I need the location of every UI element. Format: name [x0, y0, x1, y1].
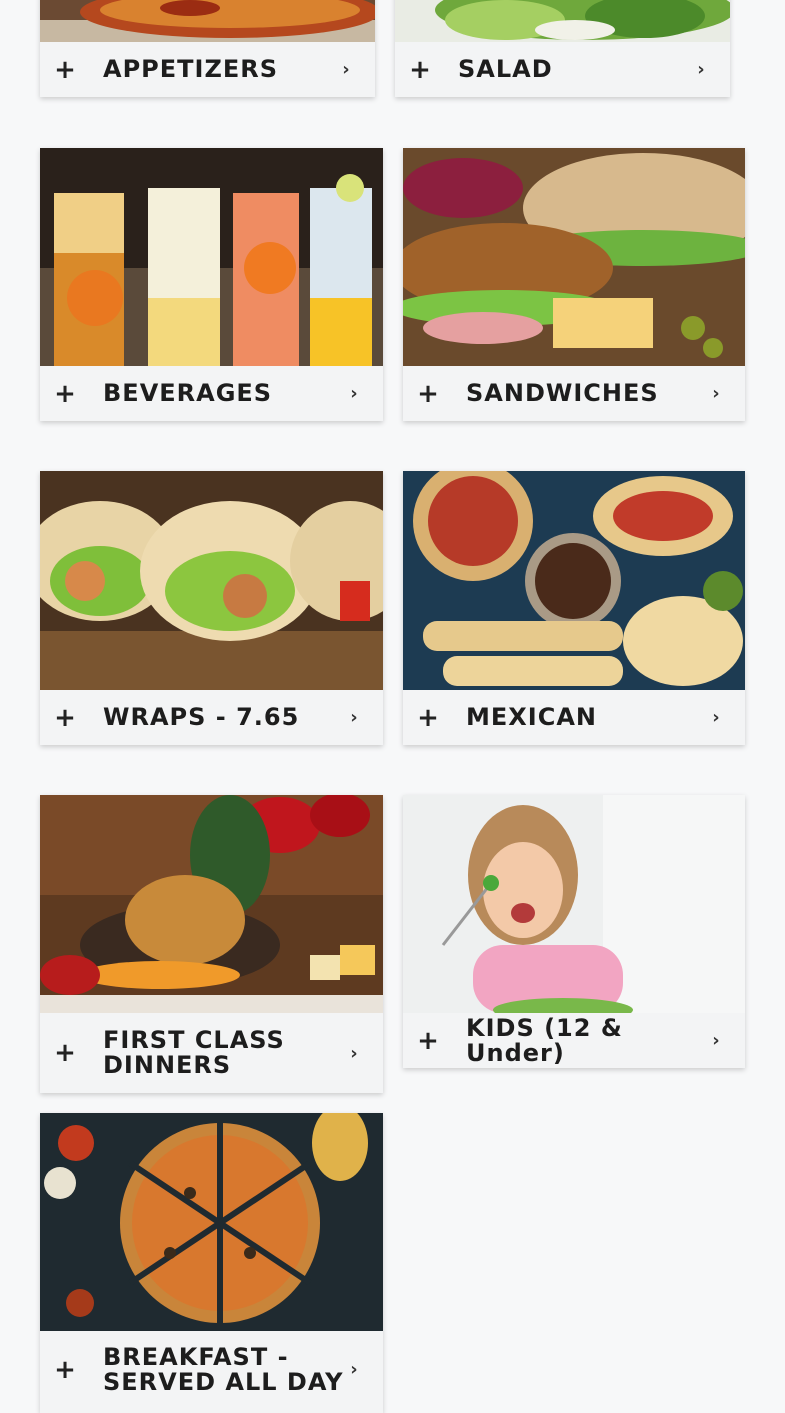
category-bar[interactable]: + FIRST CLASS DINNERS ›: [40, 1013, 383, 1093]
plus-icon[interactable]: +: [417, 1028, 439, 1054]
plus-icon[interactable]: +: [417, 705, 439, 731]
category-title: SALAD: [458, 55, 553, 83]
chevron-right-icon[interactable]: ›: [709, 707, 723, 728]
chevron-right-icon[interactable]: ›: [694, 59, 708, 80]
dinners-photo: [40, 795, 383, 1013]
category-bar[interactable]: + BEVERAGES ›: [40, 366, 383, 421]
chevron-right-icon[interactable]: ›: [339, 59, 353, 80]
breakfast-photo: [40, 1113, 383, 1331]
category-card-mexican[interactable]: + MEXICAN ›: [403, 471, 745, 745]
chevron-right-icon[interactable]: ›: [709, 383, 723, 404]
category-bar[interactable]: + MEXICAN ›: [403, 690, 745, 745]
category-bar[interactable]: + WRAPS - 7.65 ›: [40, 690, 383, 745]
category-bar[interactable]: + SANDWICHES ›: [403, 366, 745, 421]
plus-icon[interactable]: +: [417, 381, 439, 407]
chevron-right-icon[interactable]: ›: [347, 1043, 361, 1064]
plus-icon[interactable]: +: [54, 1357, 76, 1383]
plus-icon[interactable]: +: [54, 381, 76, 407]
category-title: KIDS (12 & Under): [466, 1013, 623, 1067]
category-card-kids[interactable]: + KIDS (12 & Under) ›: [403, 795, 745, 1068]
category-title: SANDWICHES: [466, 379, 659, 407]
category-title: BEVERAGES: [103, 379, 273, 407]
category-bar[interactable]: + BREAKFAST - SERVED ALL DAY ›: [40, 1331, 383, 1413]
category-card-salad[interactable]: + SALAD ›: [395, 0, 730, 97]
plus-icon[interactable]: +: [409, 57, 431, 83]
chevron-right-icon[interactable]: ›: [347, 707, 361, 728]
plus-icon[interactable]: +: [54, 1040, 76, 1066]
sandwiches-photo: [403, 148, 745, 366]
category-card-breakfast[interactable]: + BREAKFAST - SERVED ALL DAY ›: [40, 1113, 383, 1413]
chevron-right-icon[interactable]: ›: [347, 383, 361, 404]
kids-photo: [403, 795, 745, 1013]
wraps-photo: [40, 471, 383, 690]
category-card-beverages[interactable]: + BEVERAGES ›: [40, 148, 383, 421]
chevron-right-icon[interactable]: ›: [709, 1030, 723, 1051]
category-card-sandwiches[interactable]: + SANDWICHES ›: [403, 148, 745, 421]
category-title: WRAPS - 7.65: [103, 703, 300, 731]
category-title: FIRST CLASS DINNERS: [103, 1026, 285, 1079]
mexican-photo: [403, 471, 745, 690]
category-title: MEXICAN: [466, 703, 597, 731]
chevron-right-icon[interactable]: ›: [347, 1359, 361, 1380]
appetizers-photo: [40, 0, 375, 42]
category-title: BREAKFAST - SERVED ALL DAY: [103, 1343, 344, 1396]
plus-icon[interactable]: +: [54, 57, 76, 83]
salad-photo: [395, 0, 730, 42]
category-bar[interactable]: + SALAD ›: [395, 42, 730, 97]
category-card-appetizers[interactable]: + APPETIZERS ›: [40, 0, 375, 97]
category-card-wraps[interactable]: + WRAPS - 7.65 ›: [40, 471, 383, 745]
plus-icon[interactable]: +: [54, 705, 76, 731]
category-bar[interactable]: + APPETIZERS ›: [40, 42, 375, 97]
category-title: APPETIZERS: [103, 55, 279, 83]
beverages-photo: [40, 148, 383, 366]
category-card-first-class-dinners[interactable]: + FIRST CLASS DINNERS ›: [40, 795, 383, 1093]
category-bar[interactable]: + KIDS (12 & Under) ›: [403, 1013, 745, 1068]
